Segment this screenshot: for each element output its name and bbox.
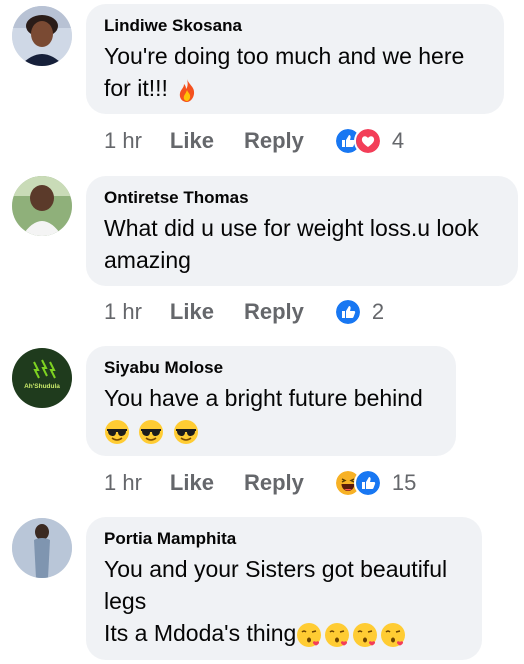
comment-time[interactable]: 1 hr	[104, 299, 142, 325]
avatar-photo-icon	[12, 518, 72, 578]
like-reaction-icon	[353, 469, 382, 497]
comment-line: You're doing too much and we here	[104, 43, 465, 69]
comment-time[interactable]: 1 hr	[104, 470, 142, 496]
comment-text: You have a bright future behind	[104, 382, 438, 446]
comment-text: You and your Sisters got beautiful legs …	[104, 553, 464, 649]
avatar[interactable]	[12, 176, 72, 236]
avatar-logo-text: Ah'Shudula	[24, 383, 60, 390]
comment-author[interactable]: Ontiretse Thomas	[104, 188, 500, 208]
comment-author[interactable]: Lindiwe Skosana	[104, 16, 486, 36]
comment-author[interactable]: Siyabu Molose	[104, 358, 438, 378]
avatar-photo-icon	[12, 6, 72, 66]
avatar-photo-icon	[12, 176, 72, 236]
comment-actions: 1 hr Like Reply 2	[104, 296, 384, 328]
reaction-summary[interactable]: 4	[333, 127, 405, 155]
reaction-summary[interactable]: 15	[333, 469, 417, 497]
comment-line: What did u use for weight loss.u look	[104, 215, 479, 241]
reaction-count: 4	[391, 128, 405, 153]
like-button[interactable]: Like	[170, 299, 214, 325]
sunglasses-emoji-icon	[105, 419, 129, 444]
comment-bubble: Siyabu Molose You have a bright future b…	[86, 346, 456, 456]
comment-actions: 1 hr Like Reply 4	[104, 125, 404, 157]
like-button[interactable]: Like	[170, 128, 214, 154]
comment-bubble: Ontiretse Thomas What did u use for weig…	[86, 176, 518, 286]
comment-line: amazing	[104, 247, 191, 273]
comment-line: legs	[104, 588, 147, 614]
like-reaction-icon	[333, 298, 362, 326]
reaction-summary[interactable]: 2	[333, 298, 385, 326]
reply-button[interactable]: Reply	[244, 299, 304, 325]
avatar[interactable]	[12, 6, 72, 66]
sunglasses-emoji-icon	[173, 419, 198, 444]
comment-time[interactable]: 1 hr	[104, 128, 142, 154]
comment-text: You're doing too much and we here for it…	[104, 40, 486, 104]
sunglasses-emoji-icon	[139, 419, 164, 444]
kiss-emoji-icon	[353, 622, 378, 647]
avatar[interactable]	[12, 518, 72, 578]
kiss-emoji-icon	[381, 622, 406, 647]
fire-emoji-icon	[180, 78, 195, 102]
love-reaction-icon	[353, 127, 382, 155]
comment-actions: 1 hr Like Reply 15	[104, 467, 416, 499]
avatar-logo-icon: Ah'Shudula	[12, 348, 72, 408]
comment-text: What did u use for weight loss.u look am…	[104, 212, 500, 276]
comment-line: You and your Sisters got beautiful	[104, 556, 448, 582]
kiss-emoji-icon	[297, 622, 322, 647]
comment-line: You have a bright future behind	[104, 385, 423, 411]
avatar[interactable]: Ah'Shudula	[12, 348, 72, 408]
kiss-emoji-icon	[325, 622, 350, 647]
comment-line: Its a Mdoda's thing	[104, 620, 297, 646]
reply-button[interactable]: Reply	[244, 470, 304, 496]
like-button[interactable]: Like	[170, 470, 214, 496]
comment-author[interactable]: Portia Mamphita	[104, 529, 464, 549]
reaction-count: 2	[371, 299, 385, 324]
reaction-count: 15	[391, 470, 417, 495]
comment-bubble: Portia Mamphita You and your Sisters got…	[86, 517, 482, 660]
reply-button[interactable]: Reply	[244, 128, 304, 154]
comment-line: for it!!!	[104, 75, 168, 101]
comment-bubble: Lindiwe Skosana You're doing too much an…	[86, 4, 504, 114]
